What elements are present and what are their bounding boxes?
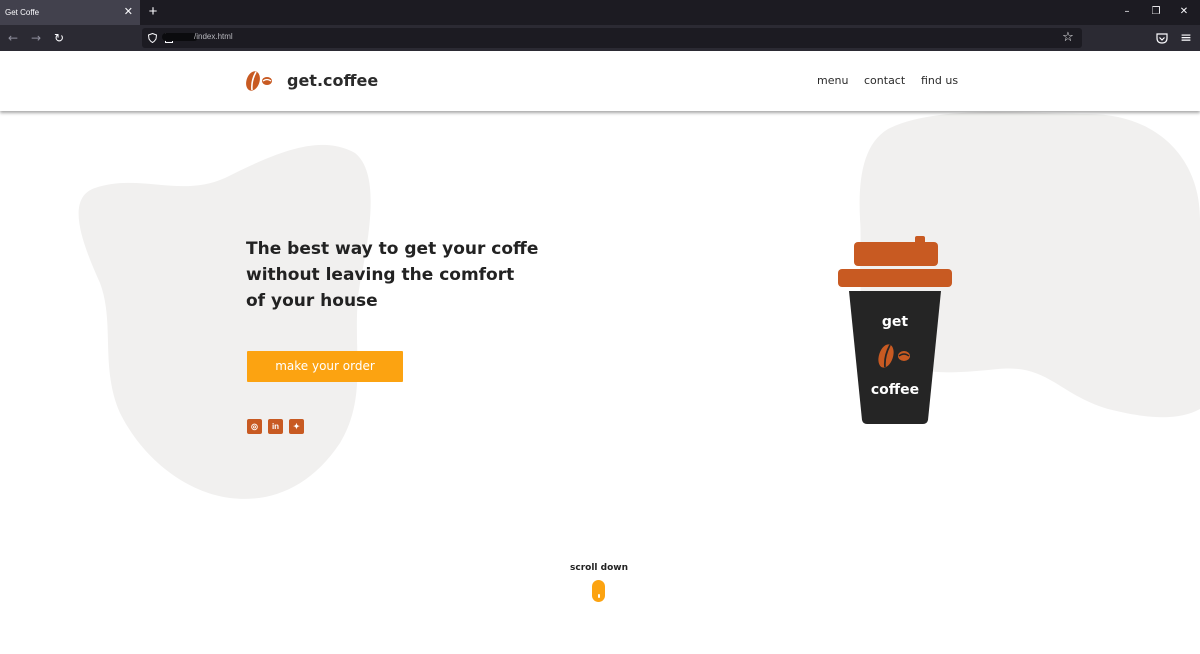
url-bar[interactable]: /index.html ☆ [142, 28, 1082, 48]
pocket-icon[interactable] [1156, 33, 1168, 44]
cup-label-top: get [881, 314, 909, 330]
headline-line: of your house [246, 291, 378, 311]
browser-tab[interactable]: Get Coffe ✕ [0, 0, 140, 25]
new-tab-button[interactable]: + [145, 4, 161, 20]
back-icon[interactable]: ← [6, 31, 20, 45]
web-page: get.coffee menu contact find us The best… [0, 51, 1200, 654]
instagram-icon[interactable]: ◎ [247, 419, 262, 434]
restore-icon[interactable]: ❐ [1149, 5, 1163, 19]
scroll-down-label: scroll down [570, 563, 628, 573]
browser-tab-bar: Get Coffe ✕ + – ❐ ✕ [0, 0, 1200, 25]
twitter-icon[interactable]: ✦ [289, 419, 304, 434]
scroll-mouse-icon[interactable] [592, 580, 605, 602]
cup-label-bottom: coffee [870, 382, 920, 398]
nav-link-find-us[interactable]: find us [921, 74, 958, 87]
app-menu-icon[interactable]: ≡ [1179, 31, 1193, 45]
url-redaction [162, 33, 198, 41]
forward-icon[interactable]: → [29, 31, 43, 45]
close-tab-icon[interactable]: ✕ [124, 6, 133, 18]
make-order-button[interactable]: make your order [247, 351, 403, 382]
reload-icon[interactable]: ↻ [52, 31, 66, 45]
browser-nav-bar: ← → ↻ /index.html ☆ ≡ [0, 25, 1200, 51]
shield-icon[interactable] [148, 33, 157, 43]
nav-link-contact[interactable]: contact [864, 74, 905, 87]
hero-headline: The best way to get your coffe without l… [246, 236, 546, 314]
headline-line: The best way to get your coffe [246, 239, 539, 259]
tab-title: Get Coffe [5, 8, 40, 17]
site-header: get.coffee menu contact find us [0, 51, 1200, 111]
left-background-blob [78, 144, 371, 499]
close-window-icon[interactable]: ✕ [1177, 5, 1191, 19]
nav-link-menu[interactable]: menu [817, 74, 848, 87]
mouse-wheel-icon [598, 594, 600, 598]
headline-line: without leaving the comfort [246, 265, 515, 285]
bookmark-star-icon[interactable]: ☆ [1061, 31, 1075, 45]
coffee-beans-logo-icon[interactable] [244, 69, 274, 93]
linkedin-icon[interactable]: in [268, 419, 283, 434]
brand-name[interactable]: get.coffee [287, 71, 378, 90]
minimize-icon[interactable]: – [1120, 5, 1134, 19]
url-text[interactable]: /index.html [194, 32, 233, 41]
